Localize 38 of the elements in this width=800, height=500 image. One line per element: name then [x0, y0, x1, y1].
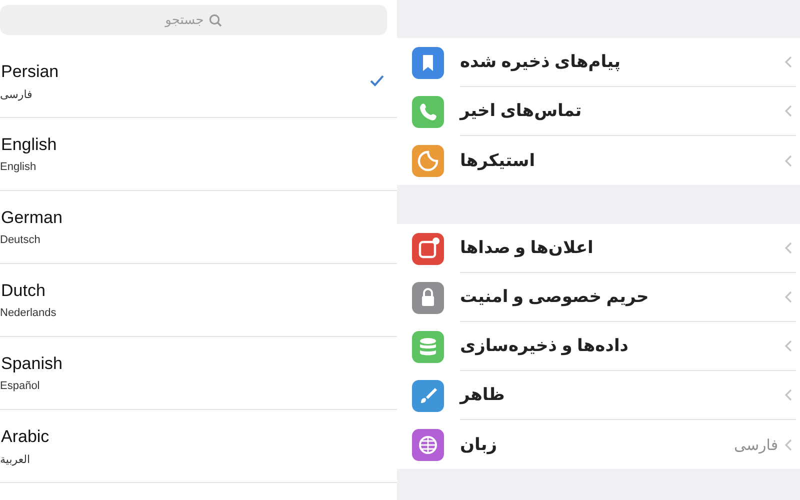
language-name: English	[1, 135, 57, 155]
language-name: Spanish	[1, 354, 62, 374]
setting-label: استیکرها	[460, 150, 536, 170]
language-native-name: Español	[0, 380, 40, 392]
language-name: Arabic	[1, 426, 50, 446]
setting-label: زبان	[460, 434, 498, 454]
chevron-icon	[784, 339, 794, 353]
chevron-icon	[784, 438, 794, 452]
settings-row[interactable]: تماس‌های اخیر	[397, 87, 800, 136]
settings-row[interactable]: زبان فارسی	[397, 420, 800, 469]
language-name: Persian	[1, 62, 59, 82]
language-native-name: Nederlands	[0, 307, 56, 319]
setting-label: اعلان‌ها و صداها	[460, 238, 594, 258]
chevron-icon	[784, 290, 794, 304]
language-native-name: English	[0, 161, 36, 173]
setting-label: تماس‌های اخیر	[460, 101, 583, 121]
chevron-icon	[784, 241, 794, 255]
language-native-name: العربية	[0, 452, 30, 466]
setting-label: حریم خصوصی و امنیت	[460, 287, 650, 307]
settings-row[interactable]: پیام‌های ذخیره شده	[397, 38, 800, 87]
settings-row[interactable]: استیکرها	[397, 136, 800, 185]
chevron-icon	[784, 104, 794, 118]
settings-row[interactable]: اعلان‌ها و صداها	[397, 224, 800, 273]
chevron-icon	[784, 154, 794, 168]
settings-row[interactable]: حریم خصوصی و امنیت	[397, 273, 800, 322]
chevron-icon	[784, 55, 794, 69]
settings-row[interactable]: داده‌ها و ذخیره‌سازی	[397, 322, 800, 371]
language-native-name: Deutsch	[0, 234, 40, 246]
settings-row[interactable]: ظاهر	[397, 371, 800, 420]
language-name: German	[1, 208, 62, 228]
language-native-name: فارسی	[0, 88, 32, 100]
setting-label: داده‌ها و ذخیره‌سازی	[460, 336, 630, 356]
setting-label: پیام‌های ذخیره شده	[460, 52, 622, 72]
setting-label: ظاهر	[460, 385, 506, 405]
language-name: Dutch	[1, 281, 46, 301]
search-icon	[208, 14, 222, 26]
setting-value: فارسی	[734, 436, 778, 454]
chevron-icon	[784, 388, 794, 402]
